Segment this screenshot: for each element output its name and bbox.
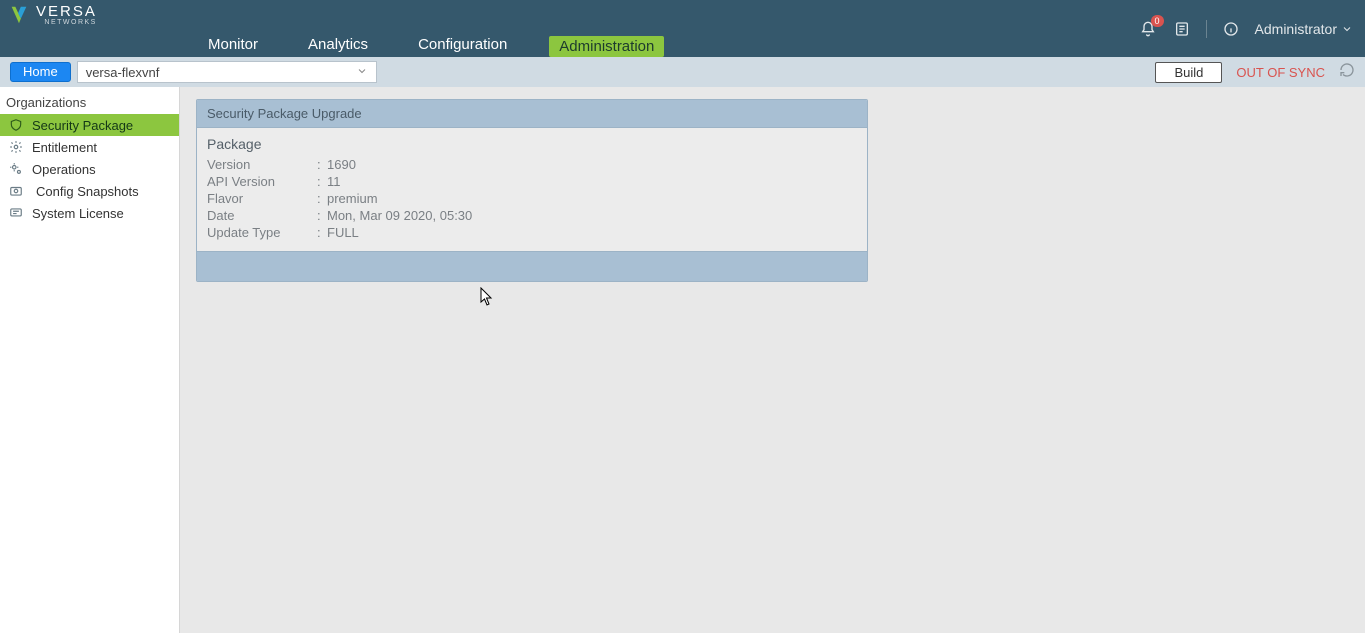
kv-colon: : [317,225,327,240]
brand-sub: NETWORKS [36,19,97,26]
gears-icon [8,161,24,177]
sidebar-item-label: Operations [32,162,96,177]
user-menu[interactable]: Administrator [1255,21,1353,37]
brand-logo: VERSA NETWORKS [0,0,113,30]
security-package-panel: Security Package Upgrade Package Version… [196,99,868,282]
user-label: Administrator [1255,21,1337,37]
body: Organizations Security Package Entitleme… [0,87,1365,633]
brand-name: VERSA [36,4,97,19]
kv-key: Version [207,157,317,172]
topbar: VERSA NETWORKS Monitor Analytics Configu… [0,0,1365,57]
sidebar-item-system-license[interactable]: System License [0,202,179,224]
section-label: Package [207,136,857,152]
kv-val: FULL [327,225,359,240]
kv-val: premium [327,191,378,206]
tab-configuration[interactable]: Configuration [410,34,515,57]
panel-body: Package Version : 1690 API Version : 11 … [197,128,867,251]
topbar-right: 0 Administrator [1138,0,1353,57]
kv-key: Date [207,208,317,223]
divider [1206,20,1207,38]
kv-colon: : [317,157,327,172]
sidebar: Organizations Security Package Entitleme… [0,87,180,633]
kv-row: Update Type : FULL [207,224,857,241]
sidebar-heading: Organizations [0,91,179,114]
kv-key: API Version [207,174,317,189]
kv-key: Update Type [207,225,317,240]
snapshot-icon [8,183,24,199]
bell-badge: 0 [1151,15,1164,27]
kv-val: 1690 [327,157,356,172]
versa-logo-icon [8,4,30,26]
kv-row: Version : 1690 [207,156,857,173]
kv-colon: : [317,208,327,223]
shield-icon [8,117,24,133]
tasks-icon[interactable] [1172,19,1192,39]
kv-key: Flavor [207,191,317,206]
kv-colon: : [317,174,327,189]
kv-row: API Version : 11 [207,173,857,190]
build-button[interactable]: Build [1155,62,1222,83]
sidebar-item-security-package[interactable]: Security Package [0,114,179,136]
sync-status: OUT OF SYNC [1236,65,1325,80]
refresh-icon[interactable] [1339,62,1355,83]
device-value: versa-flexvnf [86,65,160,80]
secondbar: Home versa-flexvnf Build OUT OF SYNC [0,57,1365,87]
kv-val: 11 [327,174,341,189]
sidebar-item-config-snapshots[interactable]: Config Snapshots [0,180,179,202]
info-icon[interactable] [1221,19,1241,39]
bell-icon[interactable]: 0 [1138,19,1158,39]
sidebar-item-label: Config Snapshots [32,184,139,199]
sidebar-item-label: System License [32,206,124,221]
device-select[interactable]: versa-flexvnf [77,61,377,83]
sidebar-item-operations[interactable]: Operations [0,158,179,180]
sidebar-item-label: Entitlement [32,140,97,155]
tab-monitor[interactable]: Monitor [200,34,266,57]
kv-row: Flavor : premium [207,190,857,207]
gear-icon [8,139,24,155]
content: Security Package Upgrade Package Version… [180,87,1365,633]
kv-val: Mon, Mar 09 2020, 05:30 [327,208,472,223]
chevron-down-icon [356,65,368,80]
kv-colon: : [317,191,327,206]
sidebar-item-entitlement[interactable]: Entitlement [0,136,179,158]
license-icon [8,205,24,221]
home-button[interactable]: Home [10,62,71,82]
main-nav: Monitor Analytics Configuration Administ… [200,33,664,57]
chevron-down-icon [1341,23,1353,35]
tab-administration[interactable]: Administration [549,36,664,57]
tab-analytics[interactable]: Analytics [300,34,376,57]
sidebar-item-label: Security Package [32,118,133,133]
kv-row: Date : Mon, Mar 09 2020, 05:30 [207,207,857,224]
panel-footer [197,251,867,281]
panel-title: Security Package Upgrade [197,100,867,128]
